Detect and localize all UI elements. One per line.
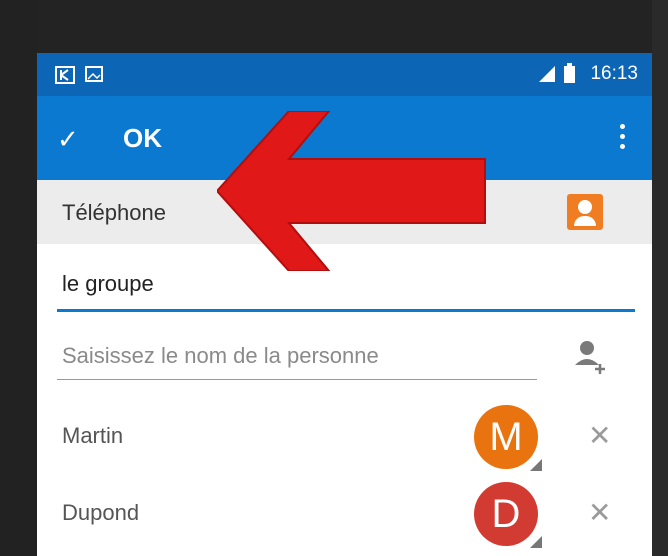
member-name: Martin bbox=[62, 423, 124, 448]
avatar: M bbox=[474, 405, 538, 469]
red-arrow-annotation bbox=[217, 111, 486, 271]
member-name: Dupond bbox=[62, 500, 140, 525]
battery-icon bbox=[564, 63, 575, 83]
check-icon[interactable]: ✓ bbox=[57, 124, 79, 155]
more-vert-icon[interactable] bbox=[620, 124, 626, 152]
remove-member-icon[interactable]: ✕ bbox=[588, 419, 611, 452]
app-notification-icon bbox=[55, 66, 75, 84]
remove-member-icon[interactable]: ✕ bbox=[588, 496, 611, 529]
phone-screen: 16:13 ✓ OK Téléphone le groupe Saisissez… bbox=[37, 53, 652, 556]
device-bezel-top bbox=[0, 0, 668, 53]
add-person-icon[interactable] bbox=[573, 339, 607, 375]
device-bezel-left bbox=[0, 0, 37, 556]
status-time: 16:13 bbox=[590, 63, 638, 84]
contact-card-icon[interactable] bbox=[567, 194, 603, 230]
image-notification-icon bbox=[85, 66, 103, 82]
section-title: Téléphone bbox=[62, 200, 166, 225]
avatar-corner-triangle bbox=[530, 536, 542, 548]
person-search-input[interactable]: Saisissez le nom de la personne bbox=[57, 327, 537, 380]
status-bar: 16:13 bbox=[37, 53, 652, 96]
member-row-martin: Martin M ✕ bbox=[37, 399, 652, 475]
member-row-dupond: Dupond D ✕ bbox=[37, 476, 652, 552]
device-bezel-right bbox=[652, 0, 668, 556]
avatar: D bbox=[474, 482, 538, 546]
signal-icon bbox=[539, 66, 555, 82]
avatar-corner-triangle bbox=[530, 459, 542, 471]
ok-button[interactable]: OK bbox=[123, 123, 162, 154]
group-name-value: le groupe bbox=[62, 271, 154, 296]
person-search-placeholder: Saisissez le nom de la personne bbox=[62, 343, 379, 368]
